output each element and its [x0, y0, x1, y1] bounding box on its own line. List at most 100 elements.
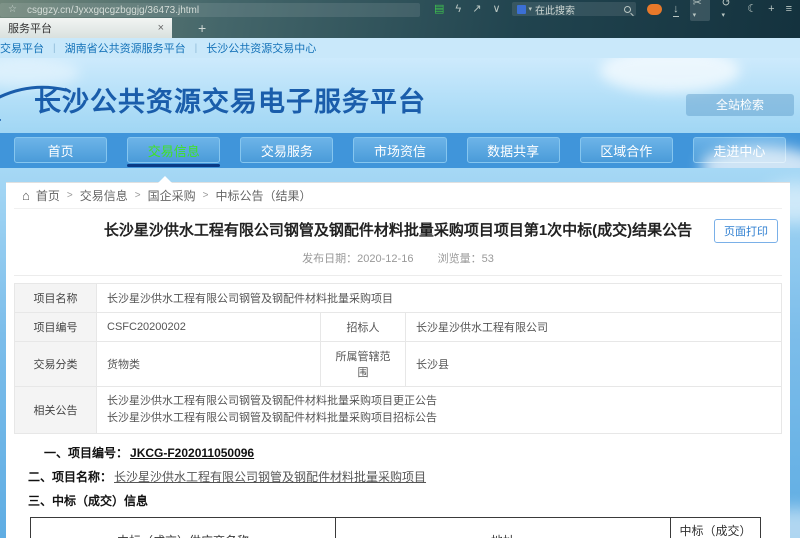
flash-icon[interactable]: ϟ — [455, 4, 461, 15]
section-label: 二、项目名称： — [28, 470, 112, 484]
top-link-changsha-center[interactable]: 长沙公共资源交易中心 — [206, 40, 316, 56]
section-award-info: 三、中标（成交）信息 — [28, 492, 782, 509]
nav-tab-label: 区域合作 — [600, 141, 652, 160]
search-engine-icon[interactable] — [517, 5, 526, 14]
browser-chrome: ☆ csggzy.cn/Jyxxgqcgzbggjg/36473.jhtml ▤… — [0, 0, 800, 38]
breadcrumb: ⌂ 首页 > 交易信息 > 国企采购 > 中标公告（结果） — [14, 183, 782, 209]
related-announcement-link[interactable]: 长沙星沙供水工程有限公司钢管及钢配件材料批量采购项目更正公告 — [107, 393, 771, 410]
bookmark-star-icon[interactable]: ☆ — [8, 5, 17, 15]
breadcrumb-award-result: 中标公告（结果） — [215, 187, 311, 204]
nav-pointer-triangle — [158, 176, 172, 183]
project-no-value: CSFC20200202 — [97, 312, 321, 341]
browser-search-placeholder: 在此搜索 — [535, 2, 621, 17]
site-header: 长沙公共资源交易电子服务平台 全站检索 — [0, 58, 800, 133]
publish-date: 2020-12-16 — [357, 253, 413, 265]
cloud-decoration — [600, 58, 740, 93]
related-announcement-link[interactable]: 长沙星沙供水工程有限公司钢管及钢配件材料批量采购项目招标公告 — [107, 410, 771, 427]
breadcrumb-separator: > — [67, 190, 73, 201]
related-announcements: 长沙星沙供水工程有限公司钢管及钢配件材料批量采购项目更正公告 长沙星沙供水工程有… — [97, 386, 782, 433]
category-label: 交易分类 — [15, 341, 97, 386]
section-project-no: 一、项目编号：JKCG-F202011050096 — [44, 444, 782, 461]
tenderee-value: 长沙星沙供水工程有限公司 — [406, 312, 782, 341]
top-links-bar: 交易平台 | 湖南省公共资源服务平台 | 长沙公共资源交易中心 — [0, 38, 800, 58]
breadcrumb-home[interactable]: 首页 — [36, 187, 60, 204]
nav-tab-market-credit[interactable]: 市场资信 — [353, 137, 446, 163]
site-search-button[interactable]: 全站检索 — [686, 94, 794, 116]
night-mode-icon[interactable]: ☾ — [747, 4, 757, 15]
article-title: 长沙星沙供水工程有限公司钢管及钢配件材料批量采购项目项目第1次中标(成交)结果公… — [64, 221, 732, 241]
add-button-icon[interactable]: + — [768, 4, 774, 15]
tab-title: 服务平台 — [8, 20, 152, 36]
jurisdiction-label: 所属管辖范围 — [321, 341, 406, 386]
award-table-header-row: 中标（成交）供应商名称 地址 中标（成交）价格（元） — [31, 517, 761, 538]
project-no-label: 项目编号 — [15, 312, 97, 341]
scissors-dropdown-icon[interactable]: ▾ — [693, 12, 697, 19]
address-column-header: 地址 — [336, 517, 671, 538]
browser-search-box[interactable]: ▾ 在此搜索 — [512, 2, 637, 16]
breadcrumb-separator: > — [135, 190, 141, 201]
share-icon[interactable]: ↗ — [472, 4, 481, 15]
link-separator: | — [195, 43, 198, 54]
related-label: 相关公告 — [15, 386, 97, 433]
url-text[interactable]: csggzy.cn/Jyxxgqcgzbggjg/36473.jhtml — [27, 5, 199, 16]
tab-bar: 服务平台 × + — [0, 18, 800, 38]
nav-tab-label: 交易信息 — [148, 141, 200, 160]
new-tab-button[interactable]: + — [198, 18, 206, 38]
section-value: JKCG-F202011050096 — [130, 446, 254, 460]
article-header: 长沙星沙供水工程有限公司钢管及钢配件材料批量采购项目项目第1次中标(成交)结果公… — [14, 209, 782, 243]
page-background: ⌂ 首页 > 交易信息 > 国企采购 > 中标公告（结果） 长沙星沙供水工程有限… — [0, 168, 800, 538]
screenshot-scissors-icon[interactable]: ✂ ▾ — [690, 0, 711, 21]
chevron-down-icon[interactable]: ∨ — [492, 4, 500, 15]
top-link-trade-platform[interactable]: 交易平台 — [0, 40, 44, 56]
address-bar[interactable]: ☆ csggzy.cn/Jyxxgqcgzbggjg/36473.jhtml — [0, 3, 420, 17]
section-label: 三、中标（成交）信息 — [28, 494, 148, 508]
tab-close-icon[interactable]: × — [158, 22, 164, 34]
nav-tab-regional-cooperation[interactable]: 区域合作 — [580, 137, 673, 163]
section-value: 长沙星沙供水工程有限公司钢管及钢配件材料批量采购项目 — [114, 470, 426, 484]
section-project-name: 二、项目名称：长沙星沙供水工程有限公司钢管及钢配件材料批量采购项目 — [28, 468, 782, 485]
engine-dropdown-icon[interactable]: ▾ — [529, 6, 533, 13]
breadcrumb-separator: > — [203, 190, 209, 201]
browser-tab[interactable]: 服务平台 × — [0, 18, 172, 38]
print-button[interactable]: 页面打印 — [714, 219, 778, 243]
nav-tab-home[interactable]: 首页 — [14, 137, 107, 163]
article-meta: 发布日期：2020-12-16 浏览量：53 — [14, 243, 782, 276]
nav-tab-label: 数据共享 — [487, 141, 539, 160]
home-icon[interactable]: ⌂ — [22, 188, 30, 203]
nav-tab-data-sharing[interactable]: 数据共享 — [467, 137, 560, 163]
breadcrumb-trade-info[interactable]: 交易信息 — [80, 187, 128, 204]
nav-tab-label: 交易服务 — [261, 141, 313, 160]
section-label: 一、项目编号： — [44, 446, 128, 460]
table-row: 项目编号 CSFC20200202 招标人 长沙星沙供水工程有限公司 — [15, 312, 782, 341]
table-row: 相关公告 长沙星沙供水工程有限公司钢管及钢配件材料批量采购项目更正公告 长沙星沙… — [15, 386, 782, 433]
project-name-label: 项目名称 — [15, 283, 97, 312]
undo-icon[interactable]: ↺ ▾ — [721, 0, 736, 20]
menu-icon[interactable]: ≡ — [786, 4, 792, 15]
site-title: 长沙公共资源交易电子服务平台 — [34, 80, 426, 119]
price-column-header: 中标（成交）价格（元） — [671, 517, 761, 538]
project-info-table: 项目名称 长沙星沙供水工程有限公司钢管及钢配件材料批量采购项目 项目编号 CSF… — [14, 283, 782, 434]
game-center-icon[interactable] — [647, 4, 662, 15]
undo-dropdown-icon[interactable]: ▾ — [721, 12, 725, 19]
views-label: 浏览量： — [438, 253, 482, 265]
nav-tab-label: 首页 — [48, 141, 74, 160]
reading-mode-icon[interactable]: ▤ — [434, 4, 444, 15]
browser-toolbar: ▤ ϟ ↗ ∨ ▾ 在此搜索 ↓ ✂ ▾ ↺ ▾ ☾ + ≡ — [434, 0, 792, 21]
jurisdiction-value: 长沙县 — [406, 341, 782, 386]
nav-tab-trade-info[interactable]: 交易信息 — [127, 137, 220, 163]
award-table: 中标（成交）供应商名称 地址 中标（成交）价格（元） 湖南天卓管业有限公司 望城… — [30, 517, 761, 538]
project-name-value: 长沙星沙供水工程有限公司钢管及钢配件材料批量采购项目 — [97, 283, 782, 312]
url-row: ☆ csggzy.cn/Jyxxgqcgzbggjg/36473.jhtml ▤… — [0, 0, 800, 18]
category-value: 货物类 — [97, 341, 321, 386]
top-link-hunan-platform[interactable]: 湖南省公共资源服务平台 — [65, 40, 186, 56]
link-separator: | — [53, 43, 56, 54]
publish-date-label: 发布日期： — [302, 253, 357, 265]
nav-tab-label: 市场资信 — [374, 141, 426, 160]
content-panel: ⌂ 首页 > 交易信息 > 国企采购 > 中标公告（结果） 长沙星沙供水工程有限… — [6, 182, 790, 538]
download-icon[interactable]: ↓ — [673, 4, 679, 15]
views-count: 53 — [482, 253, 494, 265]
breadcrumb-soe-procurement[interactable]: 国企采购 — [148, 187, 196, 204]
supplier-column-header: 中标（成交）供应商名称 — [31, 517, 336, 538]
search-icon[interactable] — [624, 6, 631, 13]
nav-tab-trade-services[interactable]: 交易服务 — [240, 137, 333, 163]
